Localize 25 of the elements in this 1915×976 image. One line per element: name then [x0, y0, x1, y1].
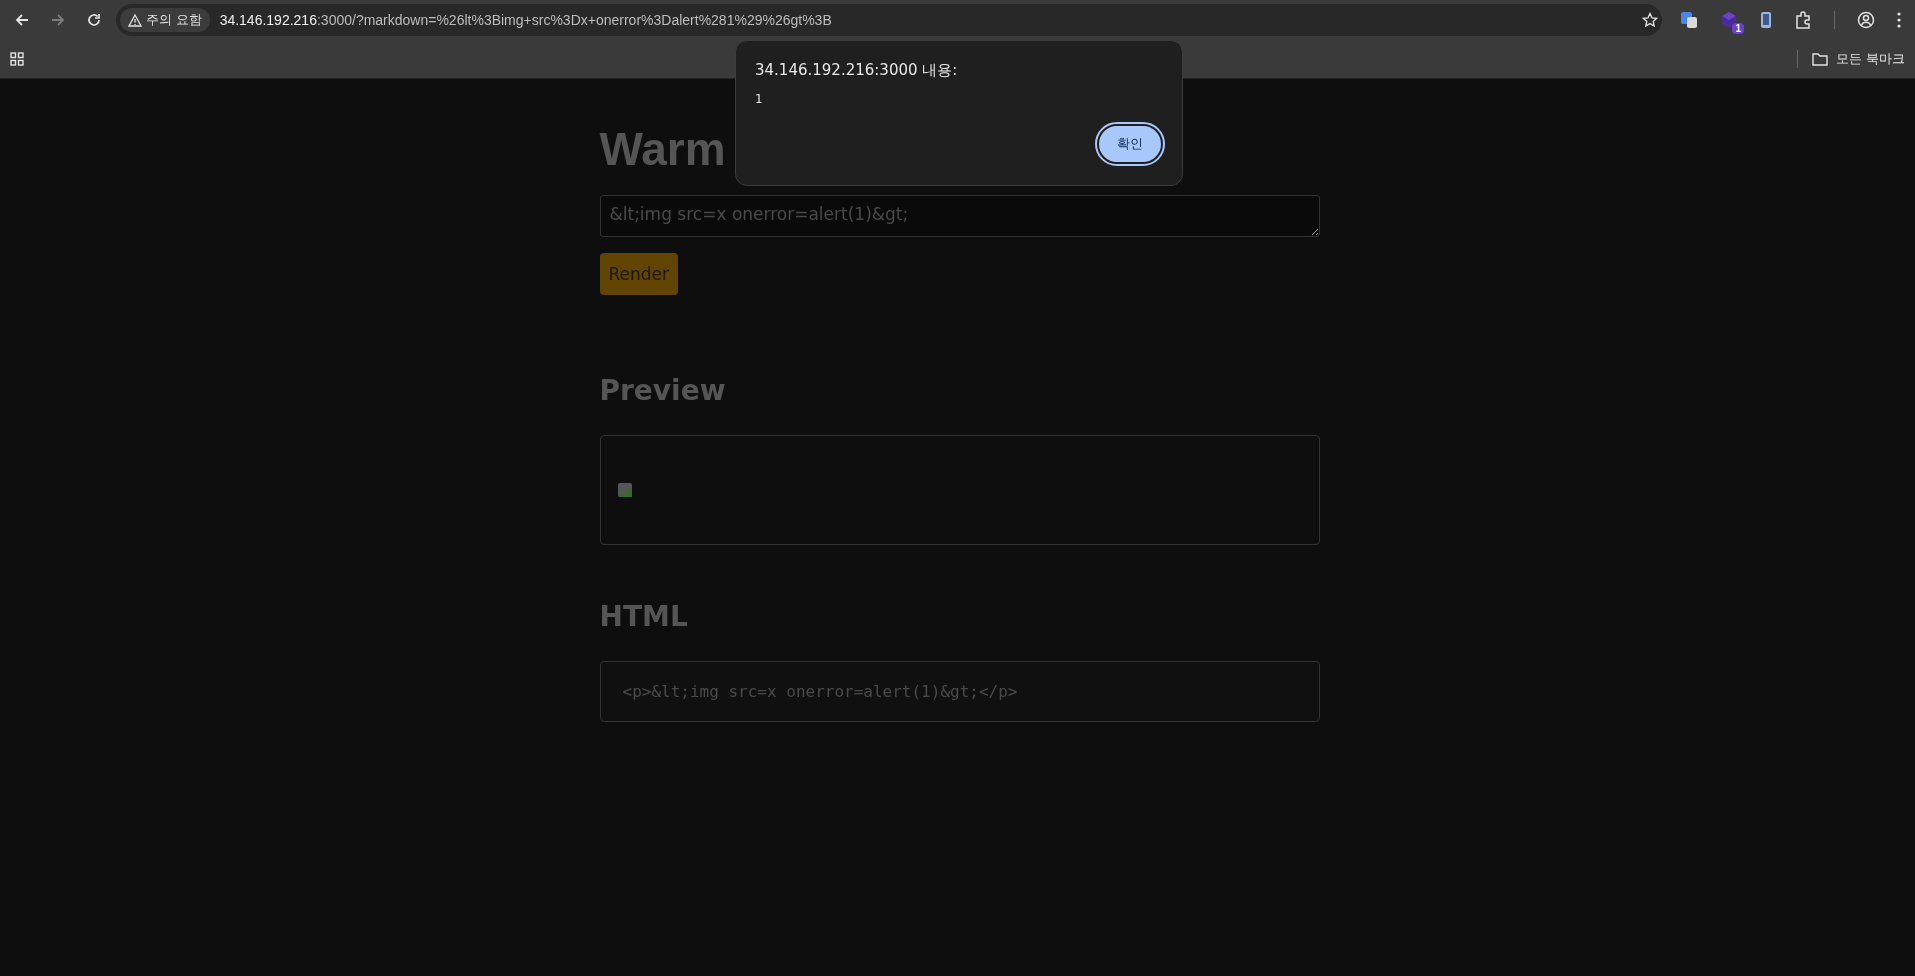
security-label: 주의 요함 [146, 11, 202, 29]
folder-icon [1812, 52, 1829, 66]
ok-button[interactable]: 확인 [1097, 124, 1163, 164]
reload-icon[interactable] [86, 12, 102, 28]
apps-grid-icon[interactable] [10, 52, 24, 66]
dialog-message: 1 [755, 92, 764, 106]
star-icon[interactable] [1642, 12, 1658, 28]
dialog-title: 34.146.192.216:3000 내용: [755, 61, 959, 80]
security-warning-chip[interactable]: 주의 요함 [120, 8, 210, 32]
bookmarks-folder[interactable]: 모든 북마크 [1812, 50, 1905, 68]
extensions-puzzle-icon[interactable] [1794, 11, 1812, 29]
extension-cube-icon[interactable] [1720, 11, 1738, 29]
html-code-block: <p>&lt;img src=x onerror=alert(1)&gt;</p> [599, 661, 1320, 722]
section-heading: HTML [599, 599, 689, 635]
section-heading: Preview [599, 373, 727, 409]
folder-label: 모든 북마크 [1836, 50, 1905, 68]
notification-badge: 1 [1732, 23, 1744, 34]
back-icon[interactable] [14, 12, 30, 28]
phone-icon[interactable] [1760, 11, 1772, 29]
broken-image-icon [616, 482, 633, 498]
warning-icon [128, 13, 142, 27]
page-title: Warm [599, 122, 726, 177]
profile-icon[interactable] [1857, 11, 1875, 29]
url-text[interactable]: 34.146.192.216:3000/?markdown=%26lt%3Bimg+src%3Dx+onerror%3Dalert%281%29%26gt%3B [219, 12, 1632, 28]
more-menu-icon[interactable] [1897, 12, 1901, 28]
